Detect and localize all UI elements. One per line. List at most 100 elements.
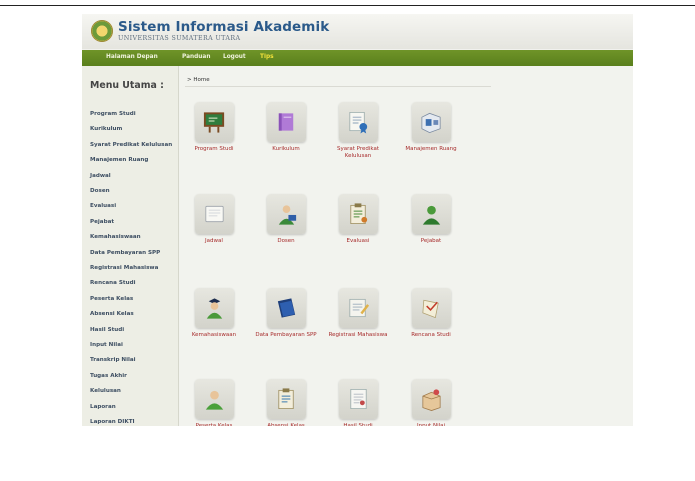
- sidebar-item-laporan[interactable]: Laporan: [90, 404, 116, 410]
- browser-page: Sistem Informasi Akademik UNIVERSITAS SU…: [82, 14, 633, 426]
- tile-dosen[interactable]: Dosen: [253, 194, 319, 274]
- tile-icon-box[interactable]: [195, 288, 234, 328]
- sidebar-item-jadwal[interactable]: Jadwal: [90, 173, 111, 179]
- notebook-icon: [205, 205, 224, 223]
- tile-icon-box[interactable]: [267, 102, 306, 142]
- menu-title: Menu Utama :: [90, 80, 164, 91]
- tile-icon-box[interactable]: [339, 194, 378, 234]
- attendance-icon: [278, 388, 294, 409]
- tile-hasil-studi[interactable]: Hasil Studi: [325, 379, 391, 426]
- top-divider: [0, 5, 695, 6]
- student-icon: [206, 298, 223, 319]
- tile-label[interactable]: Manajemen Ruang: [398, 146, 464, 153]
- register-form-icon: [349, 298, 370, 318]
- sidebar-item-peserta-kelas[interactable]: Peserta Kelas: [90, 296, 133, 302]
- tile-icon-box[interactable]: [267, 288, 306, 328]
- site-title: Sistem Informasi Akademik: [118, 19, 330, 35]
- tile-pejabat[interactable]: Pejabat: [398, 194, 464, 274]
- tile-evaluasi[interactable]: Evaluasi: [325, 194, 391, 274]
- tile-icon-box[interactable]: [267, 194, 306, 234]
- sidebar-item-kelulusan[interactable]: Kelulusan: [90, 388, 121, 394]
- book-icon: [278, 113, 294, 131]
- tile-syarat-predikat-kelulusan[interactable]: Syarat Predikat Kelulusan: [325, 102, 391, 182]
- tile-icon-box[interactable]: [195, 194, 234, 234]
- sidebar-item-transkrip-nilai[interactable]: Transkrip Nilai: [90, 357, 136, 363]
- tile-icon-box[interactable]: [412, 288, 451, 328]
- site-subtitle: UNIVERSITAS SUMATERA UTARA: [118, 35, 241, 42]
- tile-program-studi[interactable]: Program Studi: [181, 102, 247, 182]
- tile-icon-box[interactable]: [412, 194, 451, 234]
- tile-icon-box[interactable]: [267, 379, 306, 419]
- tile-label[interactable]: Program Studi: [181, 146, 247, 153]
- tile-data-pembayaran-spp[interactable]: Data Pembayaran SPP: [253, 288, 319, 368]
- room-icon: [421, 112, 441, 133]
- sidebar-item-hasil-studi[interactable]: Hasil Studi: [90, 327, 124, 333]
- tile-kemahasiswaan[interactable]: Kemahasiswaan: [181, 288, 247, 368]
- nav-logout[interactable]: Logout: [223, 54, 246, 60]
- sidebar-item-rencana-studi[interactable]: Rencana Studi: [90, 280, 136, 286]
- tile-registrasi-mahasiswa[interactable]: Registrasi Mahasiswa: [325, 288, 391, 368]
- tile-icon-box[interactable]: [339, 379, 378, 419]
- study-result-icon: [350, 389, 367, 409]
- sidebar-item-kurikulum[interactable]: Kurikulum: [90, 126, 122, 132]
- sidebar-item-registrasi-mahasiswa[interactable]: Registrasi Mahasiswa: [90, 265, 158, 271]
- tile-kurikulum[interactable]: Kurikulum: [253, 102, 319, 182]
- tile-icon-box[interactable]: [412, 102, 451, 142]
- nav-panduan[interactable]: Panduan: [182, 54, 210, 60]
- sidebar-item-data-pembayaran-spp[interactable]: Data Pembayaran SPP: [90, 250, 160, 256]
- tile-label[interactable]: Pejabat: [398, 238, 464, 245]
- sidebar-item-evaluasi[interactable]: Evaluasi: [90, 203, 116, 209]
- tile-label[interactable]: Peserta Kelas: [181, 423, 247, 426]
- tile-icon-box[interactable]: [339, 288, 378, 328]
- tile-input-nilai[interactable]: Input Nilai: [398, 379, 464, 426]
- chalkboard-icon: [203, 112, 225, 133]
- tile-label[interactable]: Jadwal: [181, 238, 247, 245]
- sidebar-item-absensi-kelas[interactable]: Absensi Kelas: [90, 311, 134, 317]
- tile-absensi-kelas[interactable]: Absensi Kelas: [253, 379, 319, 426]
- tile-label[interactable]: Dosen: [253, 238, 319, 245]
- breadcrumb[interactable]: > Home: [187, 77, 210, 83]
- official-icon: [422, 205, 441, 225]
- ledger-icon: [277, 298, 296, 318]
- tile-label[interactable]: Evaluasi: [325, 238, 391, 245]
- tile-label[interactable]: Data Pembayaran SPP: [253, 332, 319, 339]
- site-header: Sistem Informasi Akademik UNIVERSITAS SU…: [82, 14, 633, 49]
- sidebar-item-program-studi[interactable]: Program Studi: [90, 111, 136, 117]
- top-navigation: Halaman Depan Panduan Logout Tips: [82, 50, 633, 66]
- sidebar-item-input-nilai[interactable]: Input Nilai: [90, 342, 123, 348]
- main-content: > Home Program Studi Kurikulum Syarat Pred…: [179, 66, 633, 426]
- tile-label[interactable]: Registrasi Mahasiswa: [325, 332, 391, 339]
- tile-rencana-studi[interactable]: Rencana Studi: [398, 288, 464, 368]
- sidebar-item-laporan-dikti[interactable]: Laporan DIKTI: [90, 419, 135, 425]
- tile-manajemen-ruang[interactable]: Manajemen Ruang: [398, 102, 464, 182]
- tile-icon-box[interactable]: [195, 102, 234, 142]
- tile-label[interactable]: Kemahasiswaan: [181, 332, 247, 339]
- study-plan-icon: [422, 299, 439, 319]
- tile-label[interactable]: Absensi Kelas: [253, 423, 319, 426]
- certificate-icon: [349, 112, 368, 134]
- sidebar-item-kemahasiswaan[interactable]: Kemahasiswaan: [90, 234, 141, 240]
- nav-halaman-depan[interactable]: Halaman Depan: [106, 54, 158, 60]
- tile-label[interactable]: Hasil Studi: [325, 423, 391, 426]
- tile-jadwal[interactable]: Jadwal: [181, 194, 247, 274]
- lecturer-icon: [278, 205, 297, 225]
- sidebar-item-manajemen-ruang[interactable]: Manajemen Ruang: [90, 157, 148, 163]
- sidebar-item-tugas-akhir[interactable]: Tugas Akhir: [90, 373, 127, 379]
- tile-label[interactable]: Kurikulum: [253, 146, 319, 153]
- sidebar-menu: Menu Utama : Program Studi Kurikulum Syara…: [82, 66, 179, 426]
- tile-icon-box[interactable]: [195, 379, 234, 419]
- sidebar-item-dosen[interactable]: Dosen: [90, 188, 110, 194]
- tile-label[interactable]: Input Nilai: [398, 423, 464, 426]
- grade-box-icon: [422, 389, 441, 411]
- class-participant-icon: [205, 390, 224, 410]
- tile-icon-box[interactable]: [339, 102, 378, 142]
- clipboard-icon: [350, 203, 368, 224]
- sidebar-item-syarat-predikat-kelulusan[interactable]: Syarat Predikat Kelulusan: [90, 142, 172, 148]
- nav-tips[interactable]: Tips: [260, 54, 274, 60]
- sidebar-item-pejabat[interactable]: Pejabat: [90, 219, 114, 225]
- tile-icon-box[interactable]: [412, 379, 451, 419]
- breadcrumb-divider: [185, 86, 491, 87]
- tile-label[interactable]: Rencana Studi: [398, 332, 464, 339]
- tile-peserta-kelas[interactable]: Peserta Kelas: [181, 379, 247, 426]
- tile-label[interactable]: Syarat Predikat Kelulusan: [325, 146, 391, 160]
